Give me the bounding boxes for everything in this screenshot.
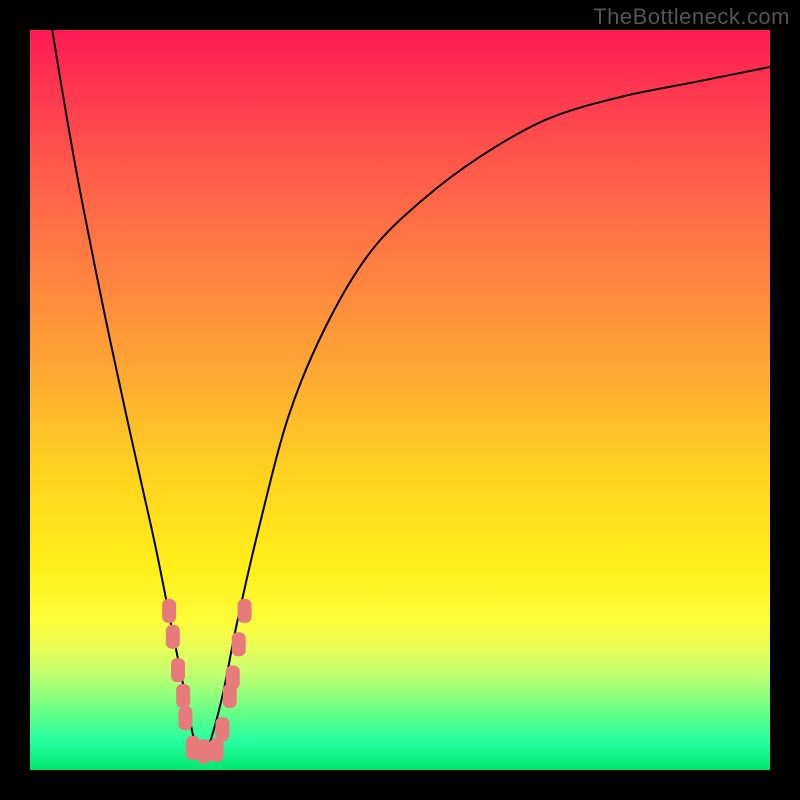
- curve-layer: [30, 30, 770, 770]
- data-marker: [178, 706, 192, 730]
- data-marker: [226, 666, 240, 690]
- bottleneck-curve: [52, 30, 770, 754]
- chart-frame: TheBottleneck.com: [0, 0, 800, 800]
- data-marker: [215, 717, 229, 741]
- data-marker: [176, 684, 190, 708]
- plot-area: [30, 30, 770, 770]
- data-marker: [238, 599, 252, 623]
- data-marker: [166, 625, 180, 649]
- watermark-text: TheBottleneck.com: [593, 4, 790, 30]
- data-marker: [232, 632, 246, 656]
- data-marker: [209, 738, 223, 762]
- data-marker: [162, 599, 176, 623]
- data-marker: [197, 740, 211, 764]
- marker-group: [162, 599, 251, 764]
- data-marker: [171, 658, 185, 682]
